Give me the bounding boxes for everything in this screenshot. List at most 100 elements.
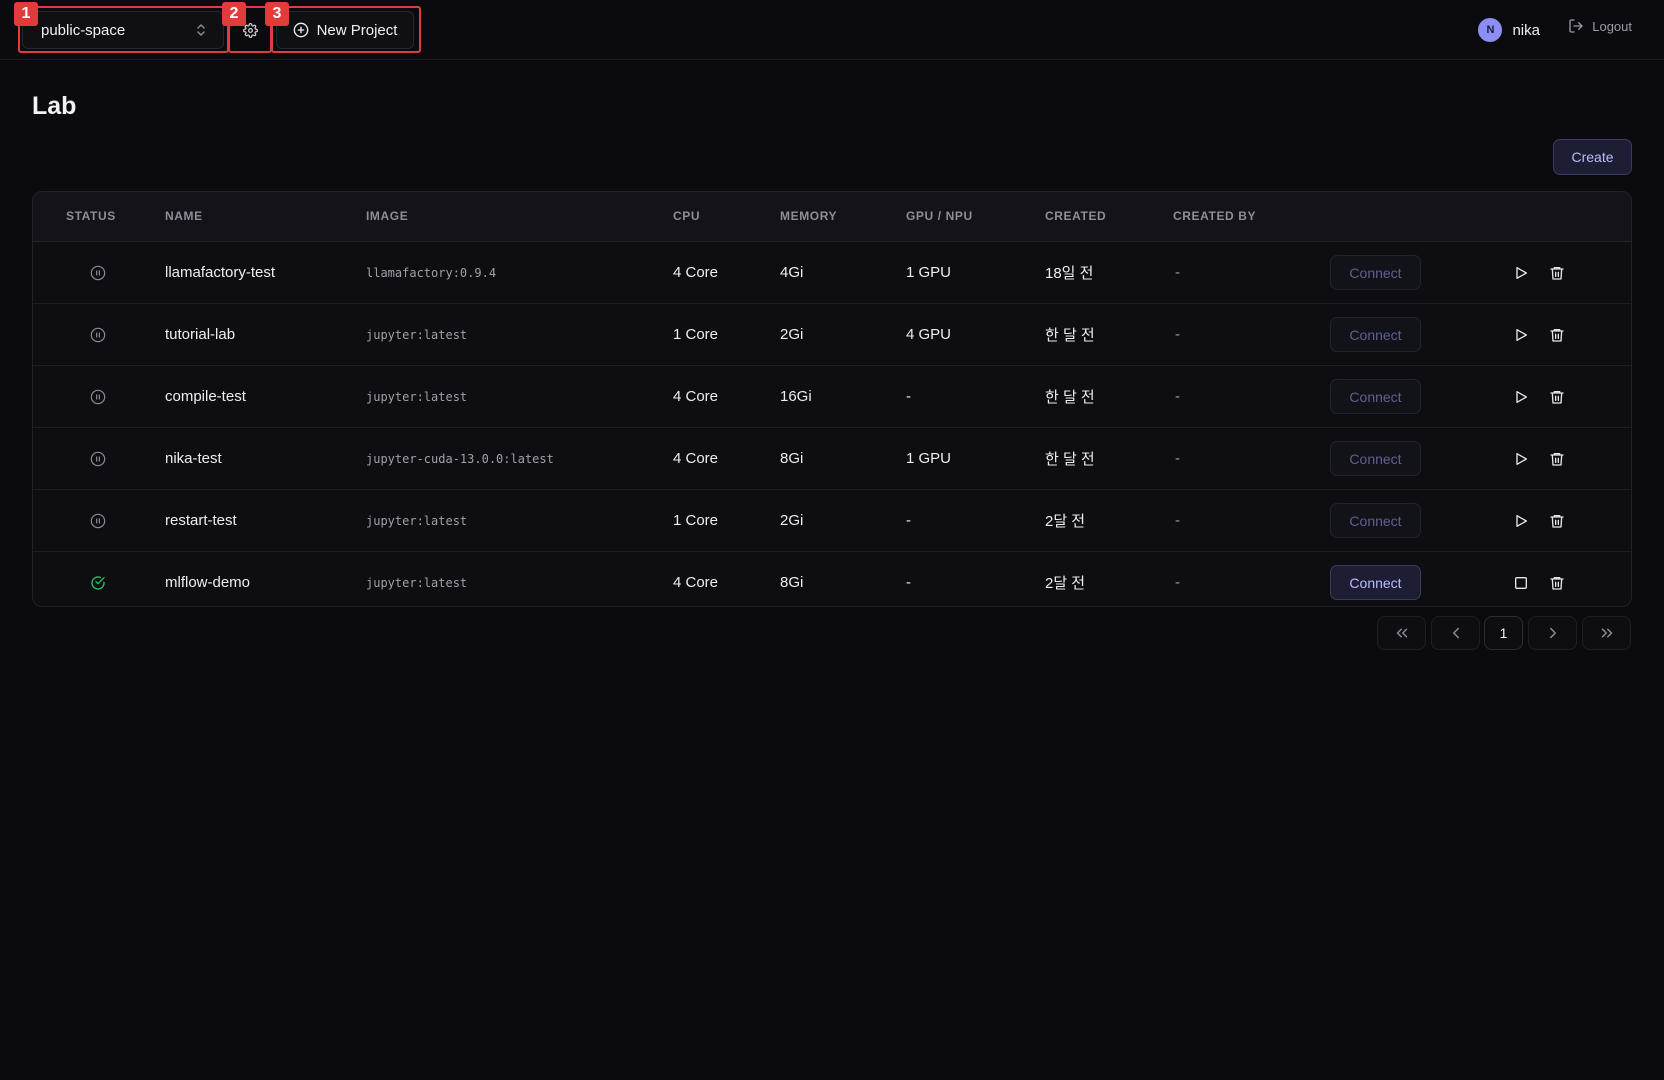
lab-memory: 16Gi bbox=[780, 388, 812, 405]
column-header-cpu: CPU bbox=[673, 209, 701, 223]
lab-created-by: - bbox=[1175, 326, 1180, 343]
first-page-button[interactable] bbox=[1377, 616, 1426, 650]
lab-cpu: 4 Core bbox=[673, 388, 719, 405]
play-icon[interactable] bbox=[1513, 327, 1529, 343]
logout-label: Logout bbox=[1592, 18, 1632, 34]
play-icon[interactable] bbox=[1513, 451, 1529, 467]
play-icon[interactable] bbox=[1513, 513, 1529, 529]
connect-cell: Connect bbox=[1330, 366, 1421, 427]
lab-gpu: 4 GPU bbox=[906, 326, 952, 343]
chevrons-right-icon bbox=[1598, 624, 1616, 642]
lab-cpu: 4 Core bbox=[673, 574, 719, 591]
lab-image: jupyter-cuda-13.0.0:latest bbox=[366, 451, 554, 466]
lab-memory: 2Gi bbox=[780, 512, 804, 529]
column-header-created: CREATED bbox=[1045, 209, 1107, 223]
lab-name: compile-test bbox=[165, 388, 246, 405]
chevron-right-icon bbox=[1544, 624, 1562, 642]
lab-gpu: - bbox=[906, 388, 911, 405]
status-cell bbox=[90, 490, 106, 551]
lab-created: 한 달 전 bbox=[1045, 451, 1095, 468]
connect-cell: Connect bbox=[1330, 242, 1421, 303]
lab-created-by: - bbox=[1175, 450, 1180, 467]
status-cell bbox=[90, 242, 106, 303]
new-project-label: New Project bbox=[316, 21, 398, 39]
table-row[interactable]: mlflow-demo jupyter:latest 4 Core 8Gi - 2달 전 -… bbox=[33, 552, 1631, 606]
lab-name: nika-test bbox=[165, 450, 222, 467]
connect-cell: Connect bbox=[1330, 490, 1421, 551]
lab-memory: 4Gi bbox=[780, 264, 804, 281]
lab-table: STATUS NAME IMAGE CPU MEMORY GPU / NPU C… bbox=[32, 191, 1632, 607]
avatar: N bbox=[1478, 18, 1503, 42]
trash-icon[interactable] bbox=[1549, 327, 1565, 343]
last-page-button[interactable] bbox=[1582, 616, 1631, 650]
annotation-tag-3: 3 bbox=[265, 2, 289, 26]
create-button[interactable]: Create bbox=[1553, 139, 1632, 175]
connect-button[interactable]: Connect bbox=[1330, 255, 1421, 290]
action-cell bbox=[1513, 366, 1529, 427]
table-row[interactable]: llamafactory-test llamafactory:0.9.4 4 Cor… bbox=[33, 242, 1631, 304]
status-paused-icon bbox=[90, 389, 106, 405]
stop-icon[interactable] bbox=[1513, 575, 1529, 591]
lab-memory: 2Gi bbox=[780, 326, 804, 343]
workspace-select[interactable]: public-space bbox=[22, 11, 224, 49]
table-row[interactable]: compile-test jupyter:latest 4 Core 16Gi - 한 달… bbox=[33, 366, 1631, 428]
trash-icon[interactable] bbox=[1549, 265, 1565, 281]
connect-button[interactable]: Connect bbox=[1330, 317, 1421, 352]
lab-cpu: 1 Core bbox=[673, 512, 719, 529]
trash-icon[interactable] bbox=[1549, 513, 1565, 529]
play-icon[interactable] bbox=[1513, 265, 1529, 281]
table-header: STATUS NAME IMAGE CPU MEMORY GPU / NPU C… bbox=[33, 192, 1631, 242]
column-header-name: NAME bbox=[165, 209, 203, 223]
new-project-button[interactable]: New Project bbox=[276, 11, 414, 49]
chevron-up-down-icon bbox=[195, 22, 207, 38]
lab-memory: 8Gi bbox=[780, 450, 804, 467]
next-page-button[interactable] bbox=[1528, 616, 1577, 650]
table-row[interactable]: nika-test jupyter-cuda-13.0.0:latest 4 Cor… bbox=[33, 428, 1631, 490]
table-row[interactable]: restart-test jupyter:latest 1 Core 2Gi - 2달 전… bbox=[33, 490, 1631, 552]
chevron-left-icon bbox=[1447, 624, 1465, 642]
lab-image: jupyter:latest bbox=[366, 513, 468, 528]
trash-icon[interactable] bbox=[1549, 451, 1565, 467]
delete-cell bbox=[1549, 304, 1565, 365]
lab-name: restart-test bbox=[165, 512, 237, 529]
connect-button[interactable]: Connect bbox=[1330, 503, 1421, 538]
status-cell bbox=[90, 304, 106, 365]
lab-created-by: - bbox=[1175, 388, 1180, 405]
column-header-memory: MEMORY bbox=[780, 209, 838, 223]
user-menu[interactable]: N nika bbox=[1478, 18, 1540, 42]
column-header-image: IMAGE bbox=[366, 209, 409, 223]
lab-memory: 8Gi bbox=[780, 574, 804, 591]
delete-cell bbox=[1549, 490, 1565, 551]
lab-gpu: 1 GPU bbox=[906, 264, 952, 281]
page-button-current[interactable]: 1 bbox=[1484, 616, 1523, 650]
table-row[interactable]: tutorial-lab jupyter:latest 1 Core 2Gi 4 GPU… bbox=[33, 304, 1631, 366]
action-cell bbox=[1513, 490, 1529, 551]
chevrons-left-icon bbox=[1393, 624, 1411, 642]
trash-icon[interactable] bbox=[1549, 389, 1565, 405]
table-body: llamafactory-test llamafactory:0.9.4 4 Cor… bbox=[33, 242, 1631, 606]
connect-button[interactable]: Connect bbox=[1330, 565, 1421, 600]
annotation-tag-2: 2 bbox=[222, 2, 246, 26]
play-icon[interactable] bbox=[1513, 389, 1529, 405]
pagination: 1 bbox=[0, 616, 1664, 650]
column-header-gpu-npu: GPU / NPU bbox=[906, 209, 973, 223]
logout-icon bbox=[1568, 18, 1584, 34]
lab-gpu: 1 GPU bbox=[906, 450, 952, 467]
lab-created: 한 달 전 bbox=[1045, 327, 1095, 344]
lab-created: 한 달 전 bbox=[1045, 389, 1095, 406]
status-paused-icon bbox=[90, 327, 106, 343]
column-header-status: STATUS bbox=[66, 209, 116, 223]
connect-button[interactable]: Connect bbox=[1330, 379, 1421, 414]
connect-cell: Connect bbox=[1330, 552, 1421, 606]
connect-button[interactable]: Connect bbox=[1330, 441, 1421, 476]
previous-page-button[interactable] bbox=[1431, 616, 1480, 650]
status-cell bbox=[90, 552, 106, 606]
status-running-icon bbox=[90, 575, 106, 591]
lab-gpu: - bbox=[906, 512, 911, 529]
trash-icon[interactable] bbox=[1549, 575, 1565, 591]
lab-name: mlflow-demo bbox=[165, 574, 251, 591]
lab-created-by: - bbox=[1175, 574, 1180, 591]
action-cell bbox=[1513, 242, 1529, 303]
top-bar: public-space New Project 1 2 3 N nika Lo… bbox=[0, 0, 1664, 60]
logout-button[interactable]: Logout bbox=[1568, 18, 1632, 34]
